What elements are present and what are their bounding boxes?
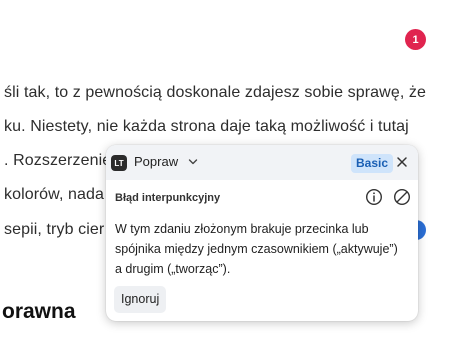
article-line: . Rozszerzenie [4, 152, 112, 169]
article-line: śli tak, to z pewnością doskonale zdajes… [4, 84, 427, 101]
plan-badge: Basic [351, 154, 394, 173]
article-line: ku. Niestety, nie każda strona daje taką… [4, 118, 409, 135]
notification-badge[interactable]: 1 [405, 29, 426, 50]
popup-header: LT Popraw Basic [106, 145, 418, 180]
ignore-button[interactable]: Ignoruj [114, 286, 167, 313]
chevron-down-icon[interactable] [188, 157, 198, 167]
article-line: kolorów, nada [4, 186, 105, 203]
disable-rule-icon[interactable] [393, 188, 411, 206]
article-line: sepii, tryb cier [4, 221, 105, 238]
correction-popup: LT Popraw Basic Błąd interpunkcyjny W ty… [106, 145, 418, 321]
app-logo: LT [111, 155, 127, 171]
popup-title[interactable]: Popraw [134, 154, 178, 169]
close-icon[interactable] [396, 156, 408, 168]
info-icon[interactable] [365, 188, 383, 206]
error-message: W tym zdaniu złożonym brakuje przecinka … [115, 222, 398, 276]
section-heading: orawna [2, 300, 76, 323]
error-category: Błąd interpunkcyjny [115, 192, 221, 204]
